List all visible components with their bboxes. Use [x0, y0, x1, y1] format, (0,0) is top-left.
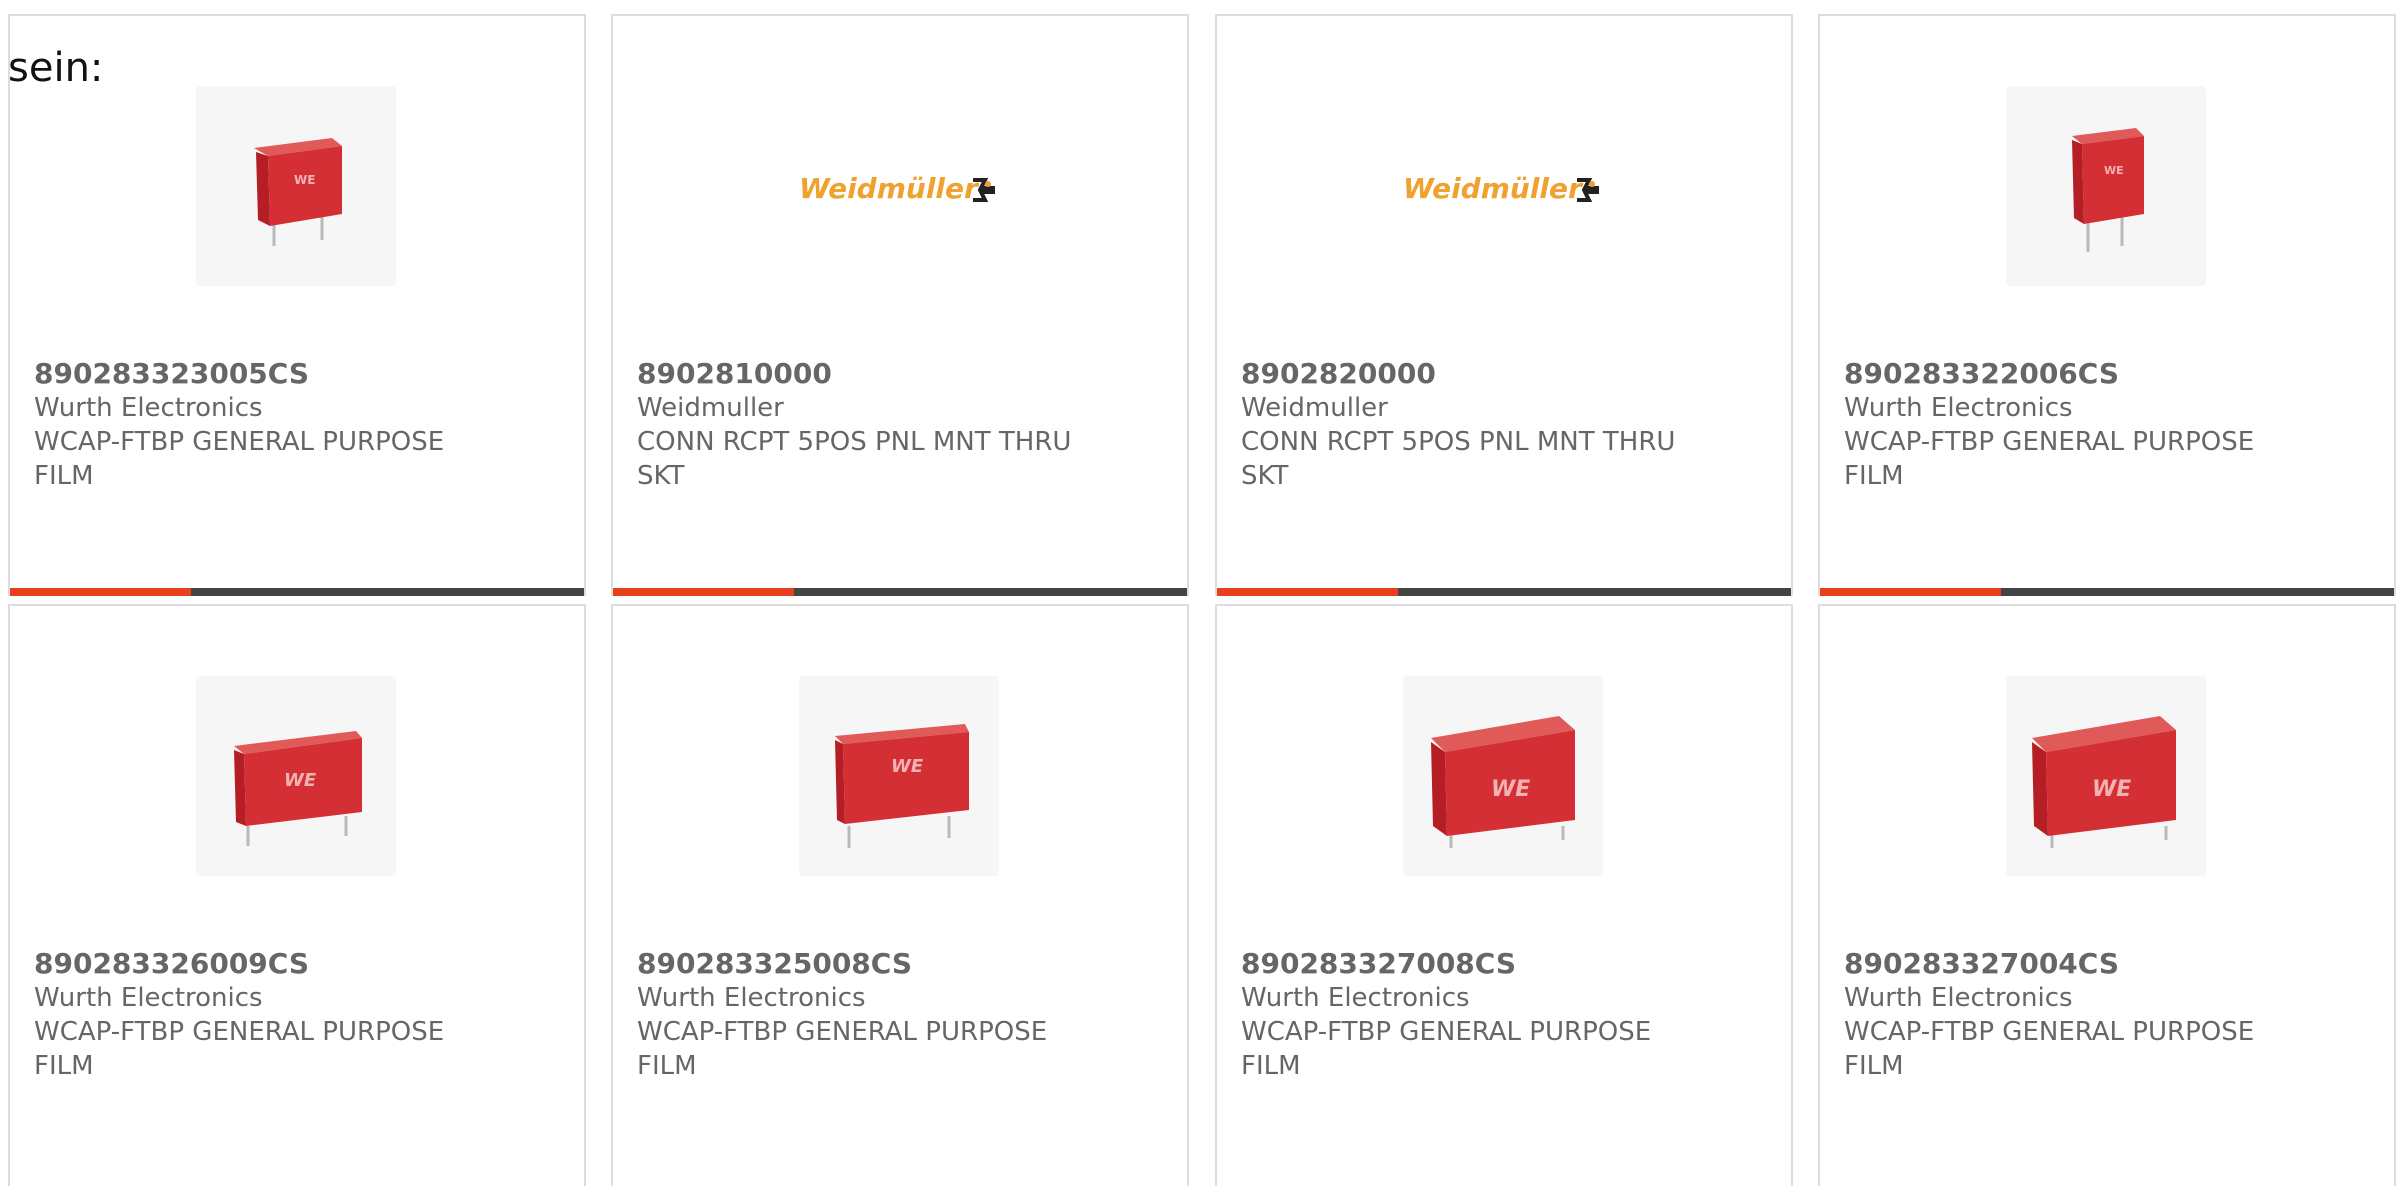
weidmuller-logo: Weidmüller	[799, 172, 995, 205]
part-number[interactable]: 8902820000	[1241, 357, 1761, 391]
progress-fill	[1217, 588, 1398, 596]
red-film-capacitor-icon: WE	[254, 138, 342, 246]
manufacturer-name: Wurth Electronics	[1241, 983, 1470, 1013]
product-info: 890283322006CS Wurth Electronics WCAP-FT…	[1844, 357, 2364, 493]
svg-text:WE: WE	[891, 756, 924, 777]
svg-text:WE: WE	[294, 173, 315, 187]
svg-text:WE: WE	[1491, 777, 1530, 802]
product-thumbnail[interactable]: WE	[196, 676, 396, 876]
product-description: CONN RCPT 5POS PNL MNT THRU SKT	[637, 427, 1072, 491]
progress-fill	[10, 588, 191, 596]
product-info: 890283327004CS Wurth Electronics WCAP-FT…	[1844, 947, 2364, 1083]
red-film-capacitor-icon: WE	[835, 724, 969, 848]
progress-bar	[613, 588, 1187, 596]
manufacturer-name: Wurth Electronics	[1844, 393, 2073, 423]
product-thumbnail[interactable]: Weidmüller	[799, 86, 999, 286]
product-info: 890283323005CS Wurth Electronics WCAP-FT…	[34, 357, 554, 493]
manufacturer-name: Wurth Electronics	[1844, 983, 2073, 1013]
product-info: 8902820000 Weidmuller CONN RCPT 5POS PNL…	[1241, 357, 1761, 493]
product-thumbnail[interactable]: WE	[196, 86, 396, 286]
intro-text: sein:	[8, 45, 104, 91]
progress-bar	[1820, 588, 2394, 596]
red-film-capacitor-icon: WE	[2032, 716, 2176, 848]
svg-text:WE: WE	[2104, 164, 2124, 177]
manufacturer-name: Wurth Electronics	[34, 983, 263, 1013]
part-number[interactable]: 890283327004CS	[1844, 947, 2364, 981]
product-description: WCAP-FTBP GENERAL PURPOSE FILM	[34, 427, 445, 491]
svg-text:Weidmüller: Weidmüller	[799, 172, 980, 205]
product-description: WCAP-FTBP GENERAL PURPOSE FILM	[637, 1017, 1048, 1081]
product-card[interactable]: WE 890283327008CS Wurth Electronics WCAP…	[1215, 604, 1793, 1186]
progress-bar	[10, 588, 584, 596]
product-info: 8902810000 Weidmuller CONN RCPT 5POS PNL…	[637, 357, 1157, 493]
red-film-capacitor-icon: WE	[234, 731, 362, 846]
part-number[interactable]: 890283326009CS	[34, 947, 554, 981]
manufacturer-name: Wurth Electronics	[637, 983, 866, 1013]
product-card[interactable]: WE 890283325008CS Wurth Electronics WCAP…	[611, 604, 1189, 1186]
part-number[interactable]: 890283323005CS	[34, 357, 554, 391]
product-description: WCAP-FTBP GENERAL PURPOSE FILM	[1844, 427, 2255, 491]
manufacturer-name: Weidmuller	[637, 393, 784, 423]
product-thumbnail[interactable]: WE	[1403, 676, 1603, 876]
product-card[interactable]: WE 890283323005CS Wurth Electronics WCAP…	[8, 14, 586, 596]
manufacturer-name: Wurth Electronics	[34, 393, 263, 423]
part-number[interactable]: 890283327008CS	[1241, 947, 1761, 981]
product-description: WCAP-FTBP GENERAL PURPOSE FILM	[1241, 1017, 1652, 1081]
product-card[interactable]: Weidmüller 8902820000 Weidmuller CONN RC…	[1215, 14, 1793, 596]
product-info: 890283327008CS Wurth Electronics WCAP-FT…	[1241, 947, 1761, 1083]
product-description: CONN RCPT 5POS PNL MNT THRU SKT	[1241, 427, 1676, 491]
svg-text:WE: WE	[2092, 777, 2131, 802]
red-film-capacitor-icon: WE	[1431, 716, 1575, 848]
svg-text:WE: WE	[284, 770, 317, 791]
product-description: WCAP-FTBP GENERAL PURPOSE FILM	[1844, 1017, 2255, 1081]
progress-fill	[1820, 588, 2001, 596]
manufacturer-name: Weidmuller	[1241, 393, 1388, 423]
product-info: 890283325008CS Wurth Electronics WCAP-FT…	[637, 947, 1157, 1083]
product-thumbnail[interactable]: WE	[2006, 86, 2206, 286]
part-number[interactable]: 8902810000	[637, 357, 1157, 391]
progress-bar	[1217, 588, 1791, 596]
progress-fill	[613, 588, 794, 596]
product-card[interactable]: WE 890283327004CS Wurth Electronics WCAP…	[1818, 604, 2396, 1186]
product-description: WCAP-FTBP GENERAL PURPOSE FILM	[34, 1017, 445, 1081]
weidmuller-logo: Weidmüller	[1403, 172, 1599, 205]
product-thumbnail[interactable]: WE	[2006, 676, 2206, 876]
product-thumbnail[interactable]: Weidmüller	[1403, 86, 1603, 286]
product-card[interactable]: Weidmüller 8902810000 Weidmuller CONN RC…	[611, 14, 1189, 596]
svg-text:Weidmüller: Weidmüller	[1403, 172, 1584, 205]
product-card[interactable]: WE 890283326009CS Wurth Electronics WCAP…	[8, 604, 586, 1186]
product-card[interactable]: WE 890283322006CS Wurth Electronics WCAP…	[1818, 14, 2396, 596]
part-number[interactable]: 890283322006CS	[1844, 357, 2364, 391]
product-thumbnail[interactable]: WE	[799, 676, 999, 876]
red-film-capacitor-icon: WE	[2072, 128, 2144, 252]
product-info: 890283326009CS Wurth Electronics WCAP-FT…	[34, 947, 554, 1083]
part-number[interactable]: 890283325008CS	[637, 947, 1157, 981]
